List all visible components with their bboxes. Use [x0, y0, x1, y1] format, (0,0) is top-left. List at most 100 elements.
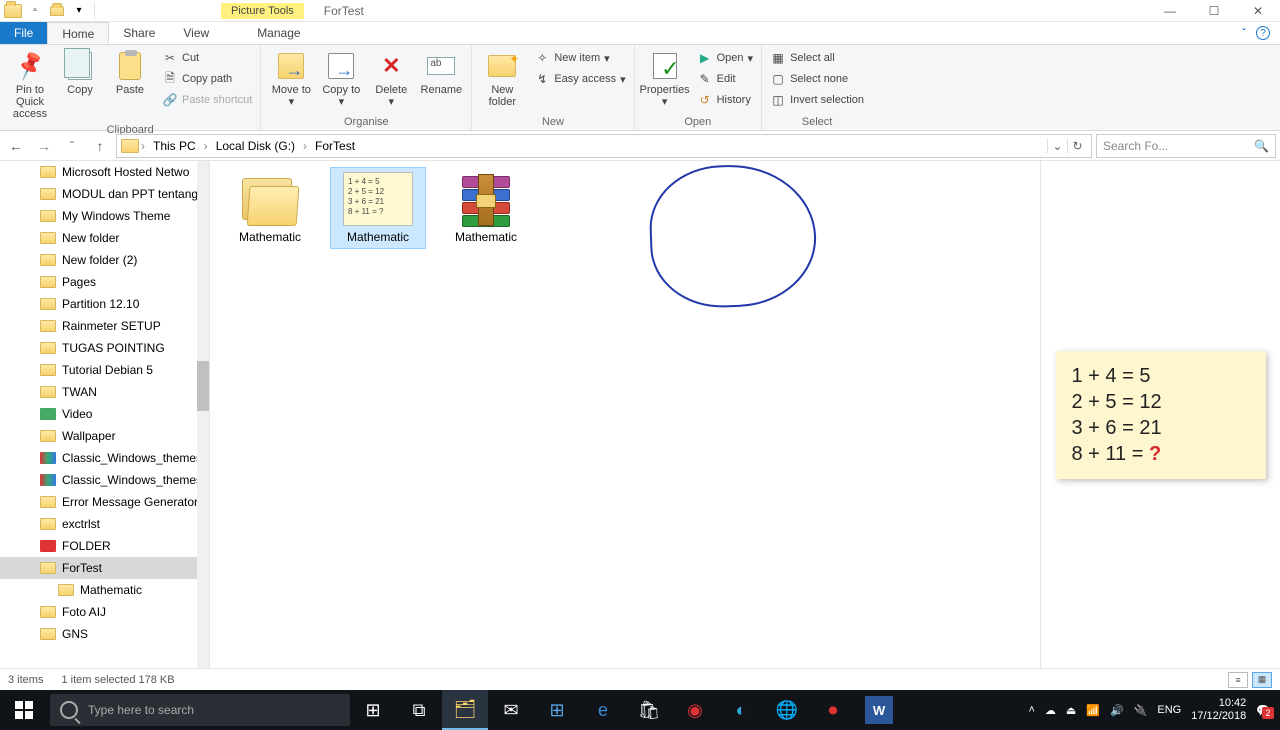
breadcrumb-pc[interactable]: This PC: [147, 139, 202, 153]
forward-button[interactable]: →: [32, 134, 56, 158]
tree-item[interactable]: Video: [0, 403, 209, 425]
breadcrumb-folder[interactable]: ForTest: [309, 139, 361, 153]
taskbar-store[interactable]: ⊞: [534, 690, 580, 730]
task-view-button[interactable]: ⊞: [350, 690, 396, 730]
tab-view[interactable]: View: [169, 22, 223, 44]
file-item-image[interactable]: 1 + 4 = 5 2 + 5 = 12 3 + 6 = 21 8 + 11 =…: [330, 167, 426, 249]
up-button[interactable]: ↑: [88, 134, 112, 158]
minimize-button[interactable]: —: [1148, 0, 1192, 22]
delete-button[interactable]: ✕Delete▾: [367, 48, 415, 110]
tree-item[interactable]: Partition 12.10: [0, 293, 209, 315]
tab-share[interactable]: Share: [109, 22, 169, 44]
ribbon-collapse-icon[interactable]: ˇ: [1242, 26, 1246, 40]
taskbar-app[interactable]: ⧉: [396, 690, 442, 730]
paste-button[interactable]: Paste: [106, 48, 154, 98]
taskbar-app[interactable]: 🛍: [626, 690, 672, 730]
taskbar-app[interactable]: ⏺: [810, 690, 856, 730]
move-to-button[interactable]: →Move to ▾: [267, 48, 315, 110]
edit-button[interactable]: ✎Edit: [695, 69, 755, 89]
navigation-tree[interactable]: Microsoft Hosted NetwoMODUL dan PPT tent…: [0, 161, 210, 668]
close-button[interactable]: ✕: [1236, 0, 1280, 22]
tree-item[interactable]: TUGAS POINTING: [0, 337, 209, 359]
taskbar-edge[interactable]: e: [580, 690, 626, 730]
qat-item[interactable]: ▫: [26, 2, 44, 20]
tab-home[interactable]: Home: [47, 22, 109, 44]
help-icon[interactable]: ?: [1256, 26, 1270, 40]
tray-network-icon[interactable]: 📶: [1086, 704, 1100, 717]
tab-file[interactable]: File: [0, 22, 47, 44]
select-none-button[interactable]: ▢Select none: [768, 69, 866, 89]
tree-item[interactable]: Wallpaper: [0, 425, 209, 447]
file-item-rar[interactable]: Mathematic: [438, 167, 534, 249]
cut-button[interactable]: ✂Cut: [160, 48, 254, 68]
copy-button[interactable]: Copy: [56, 48, 104, 98]
tree-item[interactable]: ForTest: [0, 557, 209, 579]
tray-usb-icon[interactable]: ⏏: [1066, 704, 1076, 717]
copy-to-button[interactable]: →Copy to ▾: [317, 48, 365, 110]
tray-battery-icon[interactable]: 🔌: [1134, 704, 1148, 717]
taskbar-explorer[interactable]: 🗂: [442, 690, 488, 730]
tree-item[interactable]: TWAN: [0, 381, 209, 403]
pin-button[interactable]: 📌 Pin to Quick access: [6, 48, 54, 122]
properties-button[interactable]: Properties▾: [641, 48, 689, 110]
theme-icon: [40, 474, 56, 486]
taskbar-mail[interactable]: ✉: [488, 690, 534, 730]
taskbar-search[interactable]: Type here to search: [50, 694, 350, 726]
search-box[interactable]: Search Fo... 🔍: [1096, 134, 1276, 158]
tree-item[interactable]: exctrlst: [0, 513, 209, 535]
new-item-button[interactable]: ✧New item ▾: [532, 48, 627, 68]
tab-manage[interactable]: Manage: [243, 22, 314, 44]
tray-volume-icon[interactable]: 🔊: [1110, 704, 1124, 717]
back-button[interactable]: ←: [4, 134, 28, 158]
content-pane[interactable]: Mathematic 1 + 4 = 5 2 + 5 = 12 3 + 6 = …: [210, 161, 1040, 668]
tree-item[interactable]: Microsoft Hosted Netwo: [0, 161, 209, 183]
tree-item[interactable]: MODUL dan PPT tentang: [0, 183, 209, 205]
breadcrumb-disk[interactable]: Local Disk (G:): [210, 139, 301, 153]
new-folder-button[interactable]: New folder: [478, 48, 526, 110]
qat-overflow[interactable]: ▾: [70, 2, 88, 20]
rename-button[interactable]: Rename: [417, 48, 465, 98]
address-dropdown[interactable]: ⌄: [1047, 139, 1067, 153]
start-button[interactable]: [0, 690, 48, 730]
tray-language[interactable]: ENG: [1157, 704, 1181, 716]
tray-cloud-icon[interactable]: ☁: [1045, 704, 1056, 717]
easy-access-button[interactable]: ↯Easy access ▾: [532, 69, 627, 89]
tree-item[interactable]: GNS: [0, 623, 209, 645]
address-bar[interactable]: › This PC › Local Disk (G:) › ForTest ⌄↻: [116, 134, 1092, 158]
tree-item[interactable]: My Windows Theme: [0, 205, 209, 227]
tree-item[interactable]: Pages: [0, 271, 209, 293]
tree-item[interactable]: Classic_Windows_themes: [0, 469, 209, 491]
icons-view-button[interactable]: ▦: [1252, 672, 1272, 688]
open-button[interactable]: ▶Open ▾: [695, 48, 755, 68]
action-center-icon[interactable]: 💬: [1256, 704, 1270, 717]
taskbar-app[interactable]: ◉: [672, 690, 718, 730]
tree-item[interactable]: Error Message Generator: [0, 491, 209, 513]
history-button[interactable]: ↺History: [695, 90, 755, 110]
copy-path-button[interactable]: 🗎Copy path: [160, 69, 254, 89]
tree-item[interactable]: New folder (2): [0, 249, 209, 271]
invert-selection-button[interactable]: ◫Invert selection: [768, 90, 866, 110]
select-all-button[interactable]: ▦Select all: [768, 48, 866, 68]
tray-expand-icon[interactable]: ˄: [1028, 704, 1034, 716]
tree-item-label: FOLDER: [62, 539, 111, 553]
tree-item[interactable]: FOLDER: [0, 535, 209, 557]
details-view-button[interactable]: ≡: [1228, 672, 1248, 688]
taskbar-chrome[interactable]: 🌐: [764, 690, 810, 730]
tree-item[interactable]: Tutorial Debian 5: [0, 359, 209, 381]
taskbar-clock[interactable]: 10:42 17/12/2018: [1191, 697, 1246, 723]
tree-item[interactable]: New folder: [0, 227, 209, 249]
recent-dropdown[interactable]: ˇ: [60, 134, 84, 158]
tree-item[interactable]: Rainmeter SETUP: [0, 315, 209, 337]
maximize-button[interactable]: ☐: [1192, 0, 1236, 22]
folder-icon: [40, 232, 56, 244]
taskbar-app[interactable]: ◐: [718, 690, 764, 730]
tree-item[interactable]: Foto AIJ: [0, 601, 209, 623]
paste-shortcut-button[interactable]: 🔗Paste shortcut: [160, 90, 254, 110]
tree-scrollbar[interactable]: [197, 161, 209, 668]
tree-item[interactable]: Classic_Windows_themes: [0, 447, 209, 469]
file-item-folder[interactable]: Mathematic: [222, 167, 318, 249]
qat-item[interactable]: [48, 2, 66, 20]
tree-item-label: New folder (2): [62, 253, 137, 267]
refresh-button[interactable]: ↻: [1067, 139, 1087, 153]
tree-item[interactable]: Mathematic: [0, 579, 209, 601]
